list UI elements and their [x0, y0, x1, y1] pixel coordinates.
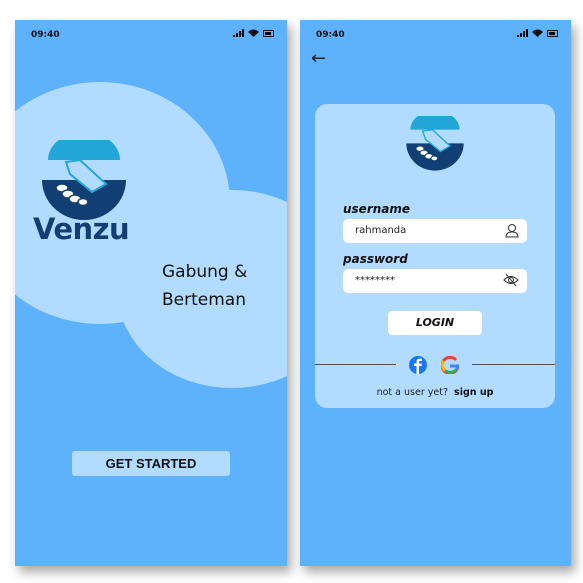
wifi-icon	[248, 29, 259, 37]
username-label: username	[343, 202, 411, 216]
welcome-screen: 09:40 Venzu Gabung & Berteman GET STARTED	[15, 20, 287, 566]
status-icons	[517, 29, 559, 37]
get-started-button[interactable]: GET STARTED	[72, 451, 230, 476]
battery-icon	[263, 29, 274, 37]
login-button[interactable]: LOGIN	[388, 311, 482, 335]
tagline: Gabung & Berteman	[162, 258, 247, 314]
facebook-icon[interactable]	[409, 356, 427, 374]
signal-icon	[233, 29, 244, 37]
venzu-logo-icon	[406, 116, 464, 171]
username-input[interactable]: rahmanda	[343, 219, 527, 243]
login-card: username rahmanda password ******** LOGI…	[315, 104, 555, 408]
google-icon[interactable]	[441, 356, 459, 374]
tagline-line2: Berteman	[162, 290, 246, 310]
eye-off-icon[interactable]	[503, 273, 519, 287]
signup-prompt: not a user yet?	[376, 387, 448, 398]
brand-name: Venzu	[33, 212, 130, 246]
login-screen: 09:40 ← username rahmanda password *****…	[300, 20, 571, 566]
signup-link[interactable]: sign up	[454, 387, 493, 398]
password-label: password	[343, 252, 408, 266]
status-time: 09:40	[316, 30, 345, 40]
status-time: 09:40	[31, 30, 60, 40]
tagline-line1: Gabung &	[162, 262, 248, 282]
password-input[interactable]: ********	[343, 269, 527, 293]
back-arrow-icon[interactable]: ←	[311, 48, 326, 69]
user-icon	[505, 224, 519, 238]
password-value: ********	[355, 275, 395, 286]
divider	[472, 364, 555, 365]
status-icons	[233, 29, 275, 37]
username-value: rahmanda	[355, 225, 407, 236]
divider	[315, 364, 396, 365]
signal-icon	[517, 29, 528, 37]
signup-row: not a user yet? sign up	[315, 387, 555, 398]
venzu-logo-icon	[42, 140, 126, 220]
battery-icon	[547, 29, 558, 37]
wifi-icon	[532, 29, 543, 37]
